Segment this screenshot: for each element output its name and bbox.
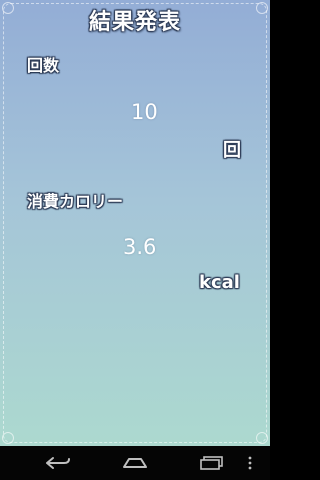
menu-icon: [248, 456, 252, 470]
menu-button[interactable]: [240, 452, 260, 474]
count-value: 10: [131, 100, 158, 124]
recents-button[interactable]: [192, 452, 232, 474]
home-button[interactable]: [115, 452, 155, 474]
home-icon: [123, 458, 147, 468]
count-unit: 回: [223, 140, 241, 161]
calorie-label: 消費カロリー: [27, 192, 124, 211]
system-navbar: [0, 446, 270, 480]
calorie-value: 3.6: [123, 235, 157, 259]
page-title: 結果発表: [88, 10, 181, 35]
count-label: 回数: [27, 56, 60, 75]
corner-ornament-icon: [2, 432, 14, 444]
corner-ornament-icon: [256, 432, 268, 444]
back-icon: [46, 457, 70, 469]
calorie-unit: kcal: [199, 272, 240, 293]
recents-icon: [200, 456, 223, 470]
result-screen: 結果発表 回数 10 回 消費カロリー 3.6 kcal: [0, 0, 270, 446]
back-button[interactable]: [38, 452, 78, 474]
